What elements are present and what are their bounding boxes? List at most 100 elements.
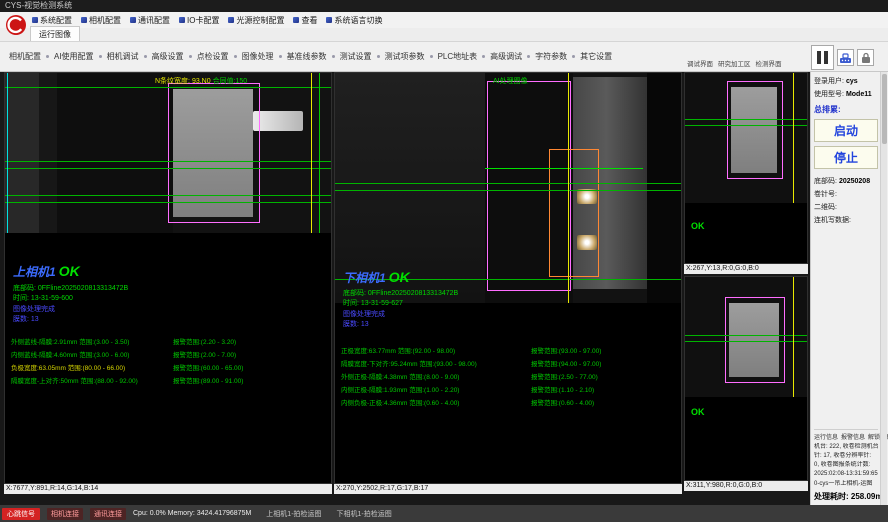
measurement-alarm: 报警范围:(2.00 - 7.00) bbox=[173, 349, 236, 359]
menu-item-camera-config[interactable]: 相机配置 bbox=[81, 15, 121, 26]
toolbar-right-group bbox=[811, 45, 874, 70]
toolbar-separator bbox=[482, 55, 485, 58]
lock-button[interactable] bbox=[857, 49, 874, 66]
thumb-ok-text: OK bbox=[691, 407, 705, 417]
measurement-text: 内侧正极-隔膜:1.93mm 范围:(1.00 - 2.20) bbox=[341, 384, 531, 394]
view-tab-debug[interactable]: 调试界面 bbox=[687, 58, 713, 68]
toolbar-btn-advanced-settings[interactable]: 高级设置 bbox=[149, 49, 187, 64]
start-button[interactable]: 启动 bbox=[814, 119, 878, 142]
measurement-row: 内侧负极-正极:4.36mm 范围:(0.60 - 4.00)报警范围:(0.6… bbox=[341, 397, 679, 407]
bottom-camera-status: 下相机1-拍检运图 bbox=[337, 509, 392, 519]
scrollbar-thumb[interactable] bbox=[882, 74, 887, 144]
pause-icon bbox=[817, 51, 821, 64]
menu-item-view[interactable]: 查看 bbox=[293, 15, 317, 26]
info-line: 0, 收卷图报条统计数: bbox=[814, 461, 878, 470]
tab-run-image[interactable]: 运行图像 bbox=[30, 26, 80, 41]
scrollbar[interactable] bbox=[880, 72, 887, 505]
menubar: 系统配置 相机配置 通讯配置 IO卡配置 光源控制配置 查看 系统语言切换 bbox=[0, 12, 888, 28]
measurement-alarm: 报警范围:(93.00 - 97.00) bbox=[531, 345, 601, 355]
toolbar-btn-camera-config[interactable]: 相机配置 bbox=[6, 49, 44, 64]
camera-status-line: 上相机1OK bbox=[13, 263, 80, 280]
roll-needle-label: 卷针号: bbox=[814, 189, 837, 199]
info-line: 0-cys一吊上相机-运图 bbox=[814, 480, 878, 489]
connector-pin bbox=[253, 111, 303, 131]
menu-item-comm-config[interactable]: 通讯配置 bbox=[130, 15, 170, 26]
toolbar-btn-baseline-params[interactable]: 基准线参数 bbox=[284, 49, 330, 64]
pause-button[interactable] bbox=[811, 45, 834, 70]
login-user-label: 登录用户: bbox=[814, 76, 844, 86]
menu-item-light-config[interactable]: 光源控制配置 bbox=[228, 15, 284, 26]
toolbar-separator bbox=[144, 55, 147, 58]
image-texture bbox=[5, 73, 39, 233]
menu-bullet-icon bbox=[179, 17, 185, 23]
pixel-coords-left: X:7677,Y:891,R:14,G:14,B:14 bbox=[4, 484, 332, 494]
top-measure-ref: 合同值:150 bbox=[213, 78, 248, 85]
time-line: 时间: 13-31-59-627 bbox=[343, 298, 403, 308]
measurement-alarm: 报警范围:(60.00 - 65.00) bbox=[173, 362, 243, 372]
measurement-row: 内侧蓝线-隔膜:4.60mm 范围:(3.00 - 6.00)报警范围:(2.0… bbox=[11, 349, 329, 359]
measurement-row: 隔膜宽度-上对齐:50mm 范围:(88.00 - 92.00)报警范围:(89… bbox=[11, 375, 329, 385]
toolbar-btn-image-process[interactable]: 图像处理 bbox=[239, 49, 277, 64]
info-tab-alarm[interactable]: 报警信息 bbox=[841, 432, 865, 441]
measure-line-v bbox=[311, 73, 312, 233]
toolbar-btn-spot-check[interactable]: 点检设置 bbox=[194, 49, 232, 64]
measurement-text: 负极宽度:63.05mm 范围:(80.00 - 66.00) bbox=[11, 362, 173, 372]
pixel-coords-thumb-1: X:267,Y:13,R:0,G:0,B:0 bbox=[684, 264, 808, 274]
top-measure-label: N条纹宽度: 93.N0 合同值:150 bbox=[155, 76, 247, 86]
toolbar-btn-plc-address[interactable]: PLC地址表 bbox=[435, 49, 481, 64]
measure-line-v bbox=[7, 73, 8, 233]
menu-item-language[interactable]: 系统语言切换 bbox=[326, 15, 382, 26]
measurement-text: 隔膜宽度-上对齐:50mm 范围:(88.00 - 92.00) bbox=[11, 375, 173, 385]
toolbar-btn-camera-debug[interactable]: 相机调试 bbox=[104, 49, 142, 64]
measure-line-h bbox=[5, 161, 331, 162]
login-user-value: cys bbox=[846, 78, 858, 85]
measurement-alarm: 报警范围:(2.20 - 3.20) bbox=[173, 336, 236, 346]
menu-bullet-icon bbox=[326, 17, 332, 23]
camera-image-left: N条纹宽度: 93.N0 合同值:150 bbox=[5, 73, 331, 233]
measure-line-h bbox=[5, 195, 331, 196]
measurement-alarm: 报警范围:(1.10 - 2.10) bbox=[531, 384, 594, 394]
menu-item-label: 系统配置 bbox=[40, 15, 72, 26]
write-data-label: 连机写数据: bbox=[814, 215, 851, 225]
measure-line-h bbox=[5, 168, 331, 169]
measure-line-h bbox=[335, 190, 681, 191]
info-tab-run[interactable]: 运行信息 bbox=[814, 432, 838, 441]
view-tab-detect[interactable]: 检测界面 bbox=[756, 58, 782, 68]
model-label: 使用型号: bbox=[814, 89, 844, 99]
view-tab-research[interactable]: 研究加工区 bbox=[718, 58, 751, 68]
toolbar-btn-ai-config[interactable]: AI使用配置 bbox=[51, 49, 97, 64]
camera-view-left[interactable]: N条纹宽度: 93.N0 合同值:150 上相机1OK 底部码: 0FFline… bbox=[4, 72, 332, 484]
menu-item-system-config[interactable]: 系统配置 bbox=[32, 15, 72, 26]
toolbar-btn-test-settings[interactable]: 测试设置 bbox=[337, 49, 375, 64]
info-section: 运行信息 报警信息 解锁信息 机台: 222, 收卷检测机台: 针: 17, 收… bbox=[814, 429, 878, 502]
toolbar-btn-char-params[interactable]: 字符参数 bbox=[532, 49, 570, 64]
menu-item-io-config[interactable]: IO卡配置 bbox=[179, 15, 219, 26]
app-window: CYS-视觉检测系统 系统配置 相机配置 通讯配置 IO卡配置 光源控制配置 查… bbox=[0, 0, 888, 522]
toolbar-btn-test-item-params[interactable]: 测试项参数 bbox=[382, 49, 428, 64]
info-tab-strip: 运行信息 报警信息 解锁信息 bbox=[814, 432, 878, 441]
barcode-line: 底部码: 0FFline2025020813313472B bbox=[343, 288, 458, 298]
info-line: 机台: 222, 收卷检测机台: bbox=[814, 443, 878, 452]
measurement-text: 外侧蓝线-隔膜:2.91mm 范围:(3.00 - 3.50) bbox=[11, 336, 173, 346]
toolbar-btn-other-settings[interactable]: 其它设置 bbox=[577, 49, 615, 64]
toolbar-separator bbox=[572, 55, 575, 58]
keyboard-lock-button[interactable] bbox=[837, 49, 854, 66]
toolbar-separator bbox=[234, 55, 237, 58]
camera-thumb-2[interactable]: OK bbox=[684, 276, 808, 481]
camera-view-middle[interactable]: AI处理图像 下相机1OK 底部码: 0FFline20250208133134… bbox=[334, 72, 682, 484]
image-texture bbox=[57, 73, 173, 233]
film-count-line: 膜数: 13 bbox=[13, 314, 39, 324]
menu-item-label: 通讯配置 bbox=[138, 15, 170, 26]
elapsed-time: 处理耗时: 258.09ms bbox=[814, 491, 878, 502]
measurement-alarm: 报警范围:(94.00 - 97.00) bbox=[531, 358, 601, 368]
measure-line-v bbox=[793, 277, 794, 397]
measurement-row: 内侧正极-隔膜:1.93mm 范围:(1.00 - 2.20)报警范围:(1.1… bbox=[341, 384, 679, 394]
film-count-line: 膜数: 13 bbox=[343, 319, 369, 329]
stop-button[interactable]: 停止 bbox=[814, 146, 878, 169]
camera-thumb-1[interactable]: OK bbox=[684, 72, 808, 264]
measurement-text: 外侧正极-隔膜:4.38mm 范围:(8.00 - 9.00) bbox=[341, 371, 531, 381]
top-camera-status: 上相机1-拍检运图 bbox=[266, 509, 321, 519]
total-label: 总排累: bbox=[814, 104, 878, 115]
toolbar-btn-advanced-debug[interactable]: 高级调试 bbox=[487, 49, 525, 64]
info-line: 针: 17, 收卷分辨率针: bbox=[814, 452, 878, 461]
